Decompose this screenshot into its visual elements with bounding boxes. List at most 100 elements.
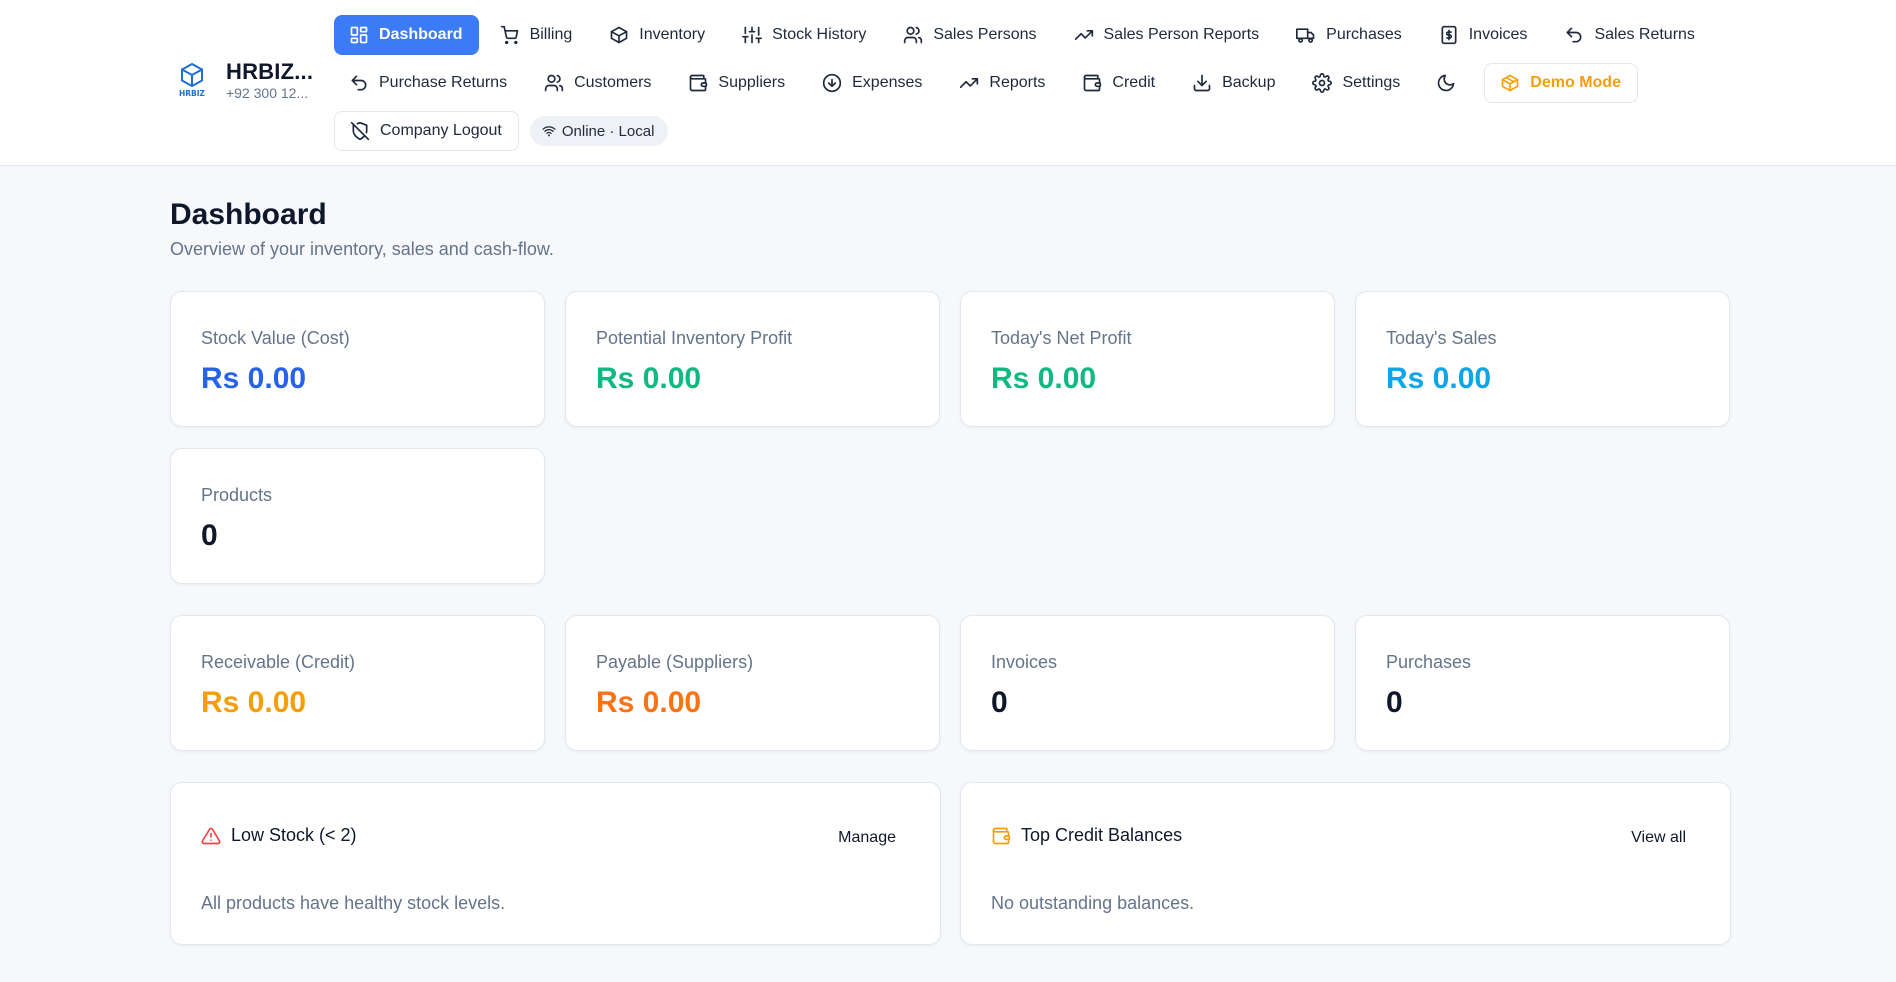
stat-card-purchases: Purchases 0 [1355, 615, 1730, 751]
brand-phone: +92 300 12... [226, 85, 309, 101]
nav-inventory-label: Inventory [639, 26, 706, 43]
stat-value: Rs 0.00 [1386, 362, 1492, 395]
nav-customers-label: Customers [574, 74, 652, 91]
stat-value: Rs 0.00 [596, 686, 702, 719]
low-stock-title: Low Stock (< 2) [201, 825, 357, 846]
undo-icon [1566, 27, 1582, 43]
view-all-link[interactable]: View all [1631, 829, 1686, 847]
company-logout-label: Company Logout [380, 122, 502, 139]
page-title: Dashboard [170, 198, 327, 231]
nav-purchase-returns-label: Purchase Returns [379, 74, 508, 91]
stat-label: Stock Value (Cost) [201, 328, 350, 348]
nav-credit[interactable]: Credit [1067, 63, 1171, 103]
stat-label: Products [201, 485, 273, 505]
nav-invoices-label: Invoices [1468, 26, 1528, 43]
connection-status-badge: Online · Local [529, 116, 669, 146]
stat-card-products: Products 0 [170, 448, 545, 584]
nav-reports[interactable]: Reports [944, 63, 1061, 103]
stat-label: Purchases [1386, 652, 1472, 672]
truck-icon [1296, 28, 1315, 43]
stat-value: Rs 0.00 [596, 362, 702, 395]
stat-value: Rs 0.00 [201, 686, 307, 719]
users-icon [544, 74, 564, 92]
trending-up-icon [1074, 30, 1093, 41]
brand[interactable]: HRBIZ HRBIZ... +92 300 12... [170, 58, 313, 102]
dollar-file-icon [1441, 25, 1457, 45]
download-icon [1193, 74, 1211, 92]
wallet-icon [1084, 74, 1102, 92]
stat-label: Potential Inventory Profit [596, 328, 793, 348]
wallet-icon [690, 74, 708, 92]
svg-text:HRBIZ: HRBIZ [179, 89, 206, 98]
manage-link[interactable]: Manage [838, 829, 896, 847]
company-logout-button[interactable]: Company Logout [334, 111, 519, 151]
dashboard-icon [350, 26, 368, 44]
top-credit-title: Top Credit Balances [991, 825, 1182, 846]
stat-card-invoices: Invoices 0 [960, 615, 1335, 751]
cart-icon [500, 25, 518, 45]
wifi-icon [542, 126, 556, 137]
nav-sales-persons[interactable]: Sales Persons [888, 15, 1052, 55]
low-stock-panel: Low Stock (< 2) Manage All products have… [170, 782, 941, 945]
nav-settings[interactable]: Settings [1297, 63, 1416, 103]
nav-sales-person-reports[interactable]: Sales Person Reports [1059, 15, 1276, 55]
moon-icon [1438, 74, 1455, 92]
undo-icon [351, 75, 367, 91]
nav-row-1: Dashboard Billing Inventory Stock Histor… [334, 15, 1711, 55]
nav-dashboard-label: Dashboard [379, 26, 463, 43]
box-icon [610, 26, 628, 44]
wallet-icon [992, 827, 1011, 844]
stat-card-potential-profit: Potential Inventory Profit Rs 0.00 [565, 291, 940, 427]
stat-card-payable: Payable (Suppliers) Rs 0.00 [565, 615, 940, 751]
low-stock-empty-message: All products have healthy stock levels. [201, 893, 506, 913]
arrow-down-circle-icon [822, 73, 842, 93]
nav-sales-persons-label: Sales Persons [933, 26, 1037, 43]
nav-backup[interactable]: Backup [1177, 63, 1291, 103]
low-stock-title-label: Low Stock (< 2) [231, 825, 357, 845]
brand-name: HRBIZ... [226, 59, 314, 84]
nav-row-2: Purchase Returns Customers Suppliers Exp… [334, 63, 1638, 103]
nav-sales-returns-label: Sales Returns [1594, 26, 1695, 43]
nav-dashboard[interactable]: Dashboard [334, 15, 479, 55]
stat-card-stock-value: Stock Value (Cost) Rs 0.00 [170, 291, 545, 427]
nav-sales-person-reports-label: Sales Person Reports [1103, 26, 1260, 43]
page-subtitle: Overview of your inventory, sales and ca… [170, 239, 554, 259]
nav-billing-label: Billing [529, 26, 573, 43]
trending-up-icon [960, 78, 979, 88]
alert-triangle-icon [201, 827, 221, 844]
top-credit-empty-message: No outstanding balances. [991, 893, 1195, 913]
gear-icon [1312, 73, 1333, 93]
top-credit-panel: Top Credit Balances View all No outstand… [960, 782, 1731, 945]
nav-purchases-label: Purchases [1326, 26, 1402, 43]
nav-sales-returns[interactable]: Sales Returns [1549, 15, 1711, 55]
nav-row-3: Company Logout Online · Local [334, 111, 669, 151]
nav-backup-label: Backup [1222, 74, 1276, 91]
nav-stock-history[interactable]: Stock History [727, 15, 882, 55]
nav-purchase-returns[interactable]: Purchase Returns [334, 63, 523, 103]
top-credit-title-label: Top Credit Balances [1021, 825, 1183, 845]
nav-billing[interactable]: Billing [485, 15, 589, 55]
stat-value: 0 [201, 519, 218, 552]
stat-label: Invoices [991, 652, 1058, 672]
stat-value: 0 [991, 686, 1008, 719]
users-icon [904, 26, 923, 44]
stat-value: Rs 0.00 [201, 362, 307, 395]
nav-reports-label: Reports [989, 74, 1046, 91]
stat-label: Receivable (Credit) [201, 652, 356, 672]
nav-invoices[interactable]: Invoices [1424, 15, 1544, 55]
stat-card-todays-sales: Today's Sales Rs 0.00 [1355, 291, 1730, 427]
theme-toggle-button[interactable] [1422, 63, 1470, 103]
nav-purchases[interactable]: Purchases [1281, 15, 1418, 55]
demo-mode-label: Demo Mode [1530, 74, 1621, 91]
demo-mode-button[interactable]: Demo Mode [1484, 63, 1638, 103]
stat-card-receivable: Receivable (Credit) Rs 0.00 [170, 615, 545, 751]
nav-customers[interactable]: Customers [529, 63, 667, 103]
nav-suppliers[interactable]: Suppliers [673, 63, 801, 103]
box-icon [1501, 74, 1519, 92]
stat-value: Rs 0.00 [991, 362, 1097, 395]
nav-expenses[interactable]: Expenses [807, 63, 938, 103]
stat-card-net-profit: Today's Net Profit Rs 0.00 [960, 291, 1335, 427]
nav-inventory[interactable]: Inventory [594, 15, 721, 55]
nav-credit-label: Credit [1112, 74, 1156, 91]
connection-status-label: Online · Local [561, 122, 655, 140]
